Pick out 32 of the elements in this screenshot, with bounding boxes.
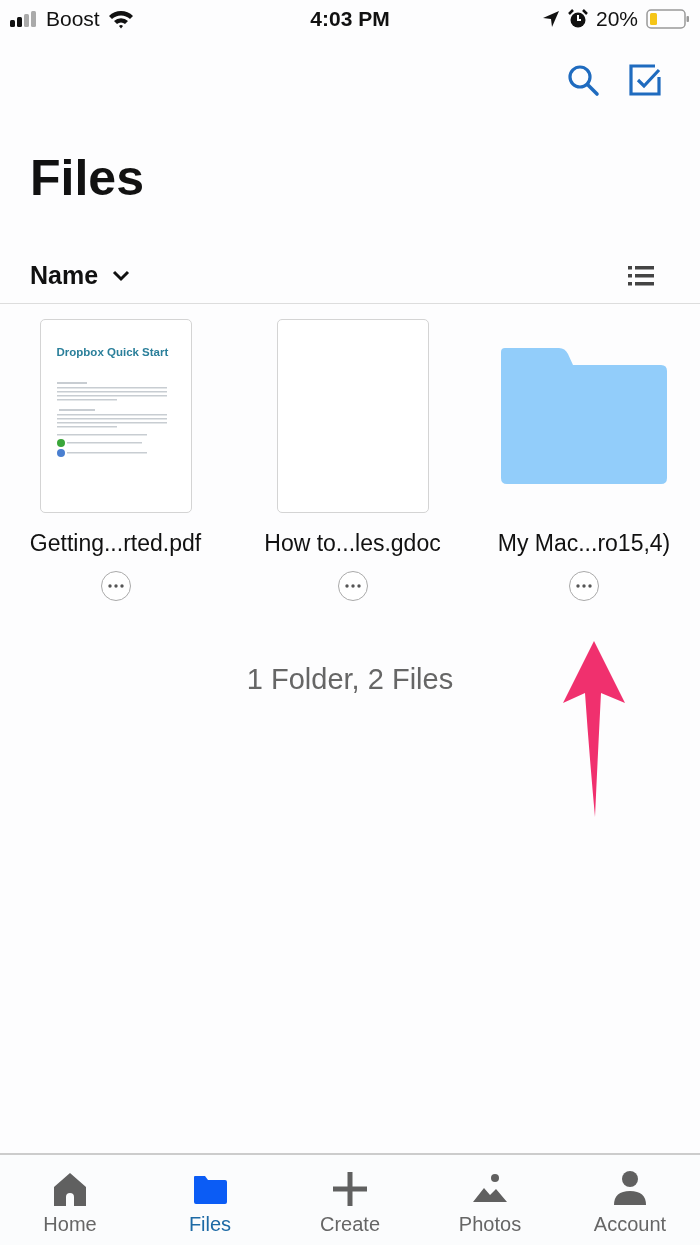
page-title: Files [30,149,145,208]
ellipsis-icon [107,584,124,588]
tab[interactable]: Files [145,1155,275,1245]
sort-button[interactable]: Name [30,261,131,290]
document-thumbnail[interactable] [276,319,429,513]
more-options-button[interactable] [569,571,599,601]
signal-icon [10,11,38,27]
tab[interactable]: Account [565,1155,695,1245]
alarm-clock-icon [567,9,588,29]
document-thumbnail[interactable]: Dropbox Quick Start [39,319,192,513]
list-view-button[interactable] [628,264,654,287]
document-title: Dropbox Quick Start [56,346,169,358]
wifi-icon [107,9,134,29]
battery-icon [646,9,690,29]
location-arrow-icon [541,10,560,28]
folder-icon[interactable] [501,348,667,484]
plus-icon [330,1169,370,1209]
status-time: 4:03 PM [310,7,390,31]
battery-percent: 20% [595,7,638,31]
more-options-button[interactable] [337,571,368,601]
tab[interactable]: Create [285,1155,415,1245]
file-name[interactable]: How to...les.gdoc [264,530,441,557]
carrier-name: Boost [46,7,100,31]
file-name[interactable]: My Mac...ro15,4) [497,530,671,557]
tab[interactable]: Home [5,1155,135,1245]
tab[interactable]: Photos [425,1155,555,1245]
item-count: 1 Folder, 2 Files [246,663,454,696]
ellipsis-icon [576,584,592,588]
chevron-down-icon [112,269,131,282]
more-options-button[interactable] [100,571,131,601]
ellipsis-icon [344,584,361,588]
file-name[interactable]: Getting...rted.pdf [29,530,202,557]
